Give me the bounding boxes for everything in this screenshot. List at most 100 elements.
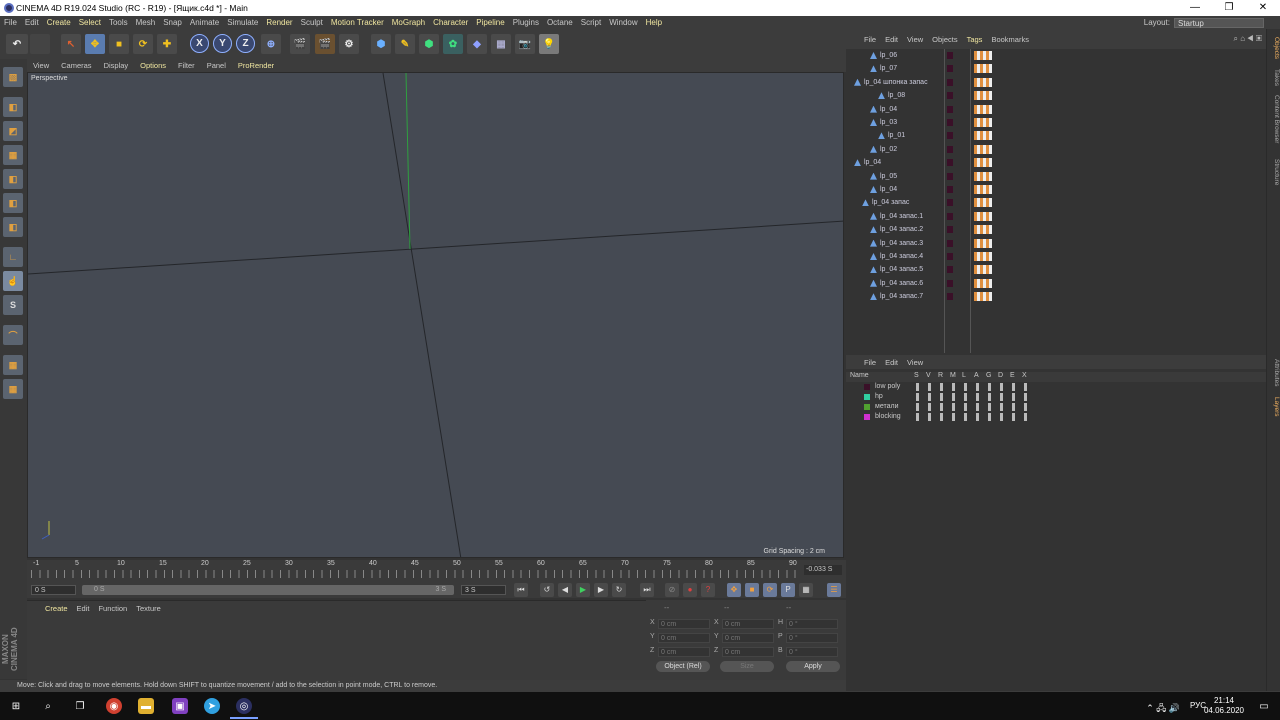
layer-color-swatch[interactable]: [864, 414, 870, 420]
notification-icon[interactable]: ▭: [1256, 698, 1272, 714]
layer-color-swatch[interactable]: [947, 52, 953, 59]
explorer-icon[interactable]: ▬: [138, 698, 154, 714]
object-menu-tags[interactable]: Tags: [967, 35, 983, 44]
chrome-icon[interactable]: ◉: [106, 698, 122, 714]
coord-value-field[interactable]: 0 cm: [722, 633, 774, 643]
current-frame-field[interactable]: -0.033 S: [804, 565, 842, 575]
object-menu-objects[interactable]: Objects: [932, 35, 957, 44]
viewport-menu-panel[interactable]: Panel: [207, 61, 226, 70]
layer-color-swatch[interactable]: [947, 266, 953, 274]
layer-color-swatch[interactable]: [947, 159, 953, 167]
menu-snap[interactable]: Snap: [163, 18, 182, 27]
object-menu-file[interactable]: File: [864, 35, 876, 44]
side-tab-objects[interactable]: Objects: [1268, 37, 1280, 59]
side-tab-layers[interactable]: Layers: [1268, 397, 1280, 417]
start-frame-field[interactable]: 0 S: [31, 585, 76, 595]
layer-color-swatch[interactable]: [947, 279, 953, 287]
material-tag-icon[interactable]: [974, 131, 992, 141]
menu-motion-tracker[interactable]: Motion Tracker: [331, 18, 384, 27]
material-tag-icon[interactable]: [974, 185, 992, 194]
tray-icons[interactable]: ⌃ 🖧 🔊: [1146, 701, 1180, 717]
coord-value-field[interactable]: 0 °: [786, 619, 838, 629]
material-menu-texture[interactable]: Texture: [136, 604, 161, 613]
object-row[interactable]: lp_04 запас.2: [846, 223, 1266, 236]
material-tag-icon[interactable]: [974, 225, 992, 235]
layer-color-swatch[interactable]: [947, 78, 953, 86]
coord-value-field[interactable]: 0 cm: [658, 619, 710, 629]
object-row[interactable]: lp_04 запас.5: [846, 263, 1266, 276]
deformer-icon[interactable]: ◆: [467, 34, 487, 54]
layer-column-header[interactable]: S: [914, 372, 919, 379]
task-view-icon[interactable]: ❐: [72, 698, 88, 714]
object-row[interactable]: lp_04 запас.1: [846, 210, 1266, 223]
texture-mode-icon[interactable]: ◩: [3, 121, 23, 141]
material-tag-icon[interactable]: [974, 211, 992, 221]
layer-color-swatch[interactable]: [947, 199, 953, 207]
menu-plugins[interactable]: Plugins: [513, 18, 539, 27]
cinema4d-taskbar-icon[interactable]: ◎: [236, 698, 252, 714]
layer-column-header[interactable]: A: [974, 372, 979, 379]
layer-toggle-icons[interactable]: [916, 403, 1031, 411]
close-button[interactable]: ✕: [1246, 0, 1280, 16]
record-rotation-icon[interactable]: ⟳: [763, 583, 777, 597]
system-clock[interactable]: 21:14 04.06.2020: [1204, 696, 1244, 716]
material-tag-icon[interactable]: [974, 252, 992, 261]
menu-tools[interactable]: Tools: [109, 18, 128, 27]
object-menu-bookmarks[interactable]: Bookmarks: [991, 35, 1029, 44]
magnet-icon[interactable]: ⌒: [3, 325, 23, 345]
layer-menu-edit[interactable]: Edit: [885, 358, 898, 367]
layer-column-header[interactable]: R: [938, 372, 943, 379]
coordinate-system-icon[interactable]: ⊕: [261, 34, 281, 54]
layer-column-header[interactable]: L: [962, 372, 966, 379]
layer-column-header[interactable]: Name: [850, 372, 869, 379]
live-selection-icon[interactable]: ↖: [61, 34, 81, 54]
previous-frame-icon[interactable]: ◀: [558, 583, 572, 597]
layer-color-swatch[interactable]: [947, 145, 953, 153]
make-editable-icon[interactable]: ▧: [3, 67, 23, 87]
layer-column-header[interactable]: D: [998, 372, 1003, 379]
layer-column-header[interactable]: X: [1022, 372, 1027, 379]
layer-color-swatch[interactable]: [947, 65, 953, 73]
viewport-menu-options[interactable]: Options: [140, 61, 166, 70]
layer-color-swatch[interactable]: [947, 105, 953, 113]
material-tag-icon[interactable]: [974, 91, 992, 101]
perspective-viewport[interactable]: Perspective Grid Spacing : 2 cm: [27, 72, 844, 558]
object-row[interactable]: lp_02: [846, 143, 1266, 156]
model-mode-icon[interactable]: ◧: [3, 97, 23, 117]
coordinate-mode-dropdown[interactable]: Object (Rel): [656, 661, 710, 672]
render-view-icon[interactable]: 🎬: [290, 34, 310, 54]
object-row[interactable]: lp_04: [846, 103, 1266, 116]
menu-pipeline[interactable]: Pipeline: [476, 18, 504, 27]
tweak-mode-icon[interactable]: ☝: [3, 271, 23, 291]
menu-create[interactable]: Create: [47, 18, 71, 27]
menu-animate[interactable]: Animate: [190, 18, 219, 27]
subdivision-surface-icon[interactable]: ⬢: [419, 34, 439, 54]
object-row[interactable]: lp_07: [846, 62, 1266, 75]
workplane-lock-icon[interactable]: ▦: [3, 355, 23, 375]
side-tab-takes[interactable]: Takes: [1268, 69, 1280, 86]
layer-color-swatch[interactable]: [947, 186, 953, 193]
layer-toggle-icons[interactable]: [916, 383, 1031, 391]
snapping-icon[interactable]: S: [3, 295, 23, 315]
cloner-icon[interactable]: ✿: [443, 34, 463, 54]
material-tag-icon[interactable]: [974, 118, 992, 127]
layer-color-swatch[interactable]: [947, 172, 953, 180]
material-tag-icon[interactable]: [974, 144, 992, 154]
side-tab-attributes[interactable]: Attributes: [1268, 359, 1280, 386]
polygons-mode-icon[interactable]: ◧: [3, 217, 23, 237]
layout-dropdown[interactable]: Startup: [1174, 17, 1264, 28]
timeline-window-icon[interactable]: ☰: [827, 583, 841, 597]
axis-mode-icon[interactable]: ∟: [3, 247, 23, 267]
menu-file[interactable]: File: [4, 18, 17, 27]
z-axis-lock-icon[interactable]: Z: [236, 34, 255, 53]
menu-select[interactable]: Select: [79, 18, 101, 27]
viewport-menu-prorender[interactable]: ProRender: [238, 61, 274, 70]
material-tag-icon[interactable]: [974, 77, 992, 87]
layer-color-swatch[interactable]: [947, 293, 953, 301]
menu-octane[interactable]: Octane: [547, 18, 573, 27]
telegram-icon[interactable]: ➤: [204, 698, 220, 714]
layer-menu-view[interactable]: View: [907, 358, 923, 367]
next-frame-icon[interactable]: ▶: [594, 583, 608, 597]
previous-key-icon[interactable]: ↺: [540, 583, 554, 597]
layer-color-swatch[interactable]: [947, 226, 953, 234]
